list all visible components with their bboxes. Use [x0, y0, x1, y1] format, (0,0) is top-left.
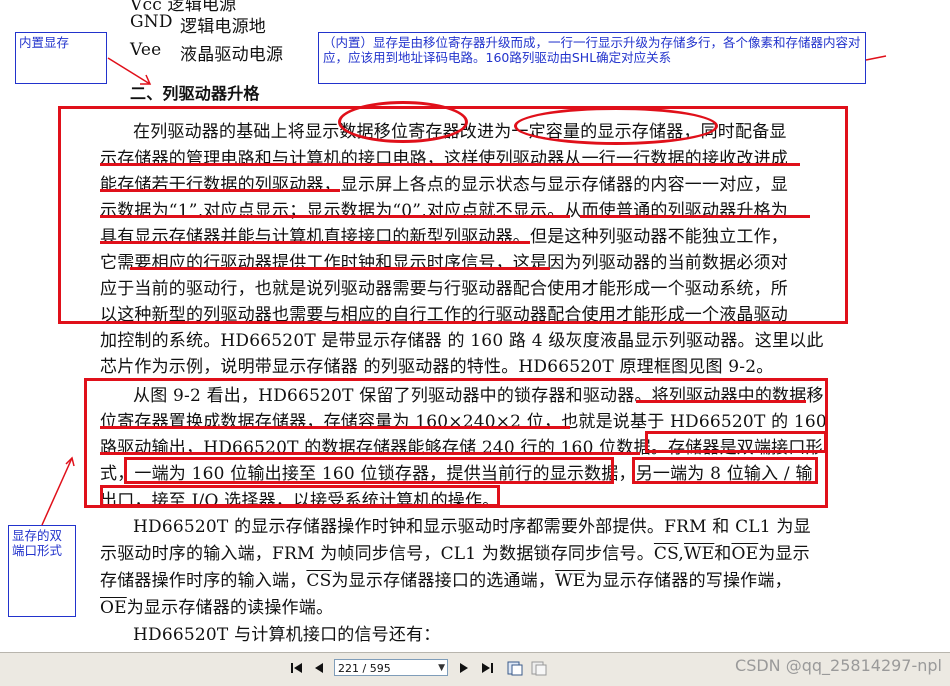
- document-page: Vcc 逻辑电源 GND 逻辑电源地 Vee 液晶驱动电源 二、列驱动器升格 在…: [0, 0, 950, 652]
- view-mode-icon[interactable]: [506, 659, 524, 677]
- annotation-arrows: [41, 55, 887, 526]
- page-indicator-select[interactable]: 221 / 595 ▼: [334, 659, 448, 676]
- chevron-down-icon: ▼: [438, 663, 445, 673]
- watermark: CSDN @qq_25814297-npl: [735, 656, 942, 675]
- page-indicator: 221 / 595: [338, 662, 391, 675]
- next-page-icon[interactable]: [455, 659, 473, 677]
- view-mode-alt-icon[interactable]: [530, 659, 548, 677]
- last-page-icon[interactable]: [478, 659, 496, 677]
- first-page-icon[interactable]: [288, 659, 306, 677]
- prev-page-icon[interactable]: [310, 659, 328, 677]
